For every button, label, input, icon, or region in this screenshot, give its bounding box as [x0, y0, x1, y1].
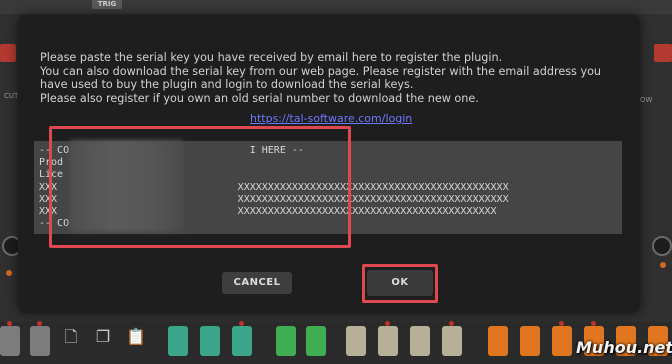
message-line: have used to buy the plugin and login to…: [40, 78, 414, 92]
step-led: [449, 321, 454, 326]
step-button[interactable]: [200, 326, 220, 356]
step-led: [239, 321, 244, 326]
file-icon[interactable]: 🗋: [62, 326, 80, 348]
cancel-button[interactable]: CANCEL: [222, 272, 292, 294]
step-button[interactable]: [30, 326, 50, 356]
step-button[interactable]: [0, 326, 20, 356]
message-line: Please also register if you own an old s…: [40, 91, 479, 105]
step-button[interactable]: [306, 326, 326, 356]
indicator-right: [660, 262, 666, 268]
step-led: [7, 321, 12, 326]
step-button[interactable]: [552, 326, 572, 356]
copy-icon[interactable]: ❐: [94, 326, 112, 348]
message-line: Please paste the serial key you have rec…: [40, 51, 503, 64]
step-led: [37, 321, 42, 326]
paste-icon[interactable]: 📋: [126, 326, 146, 348]
message-line: You can also download the serial key fro…: [40, 64, 601, 78]
step-button[interactable]: [168, 326, 188, 356]
watermark: Muhou.net: [576, 338, 672, 357]
red-button-left[interactable]: [0, 44, 16, 62]
step-button[interactable]: [520, 326, 540, 356]
highlight-serial-box: [49, 126, 351, 248]
step-button[interactable]: [276, 326, 296, 356]
side-label-right: OW: [640, 96, 653, 104]
step-led: [591, 321, 596, 326]
step-button[interactable]: [442, 326, 462, 356]
step-led: [559, 321, 564, 326]
step-button[interactable]: [488, 326, 508, 356]
dialog-message: Please paste the serial key you have rec…: [40, 51, 630, 105]
indicator-left: [6, 270, 12, 276]
step-button[interactable]: [346, 326, 366, 356]
highlight-ok-box: [362, 264, 438, 303]
step-led: [385, 321, 390, 326]
knob-right[interactable]: [652, 236, 672, 256]
step-button[interactable]: [232, 326, 252, 356]
step-button[interactable]: [410, 326, 430, 356]
side-label-left: CUT: [4, 92, 19, 100]
trig-button[interactable]: TRIG: [92, 0, 122, 9]
step-button[interactable]: [378, 326, 398, 356]
login-link[interactable]: https://tal-software.com/login: [250, 112, 412, 125]
red-button-right[interactable]: [654, 44, 672, 62]
